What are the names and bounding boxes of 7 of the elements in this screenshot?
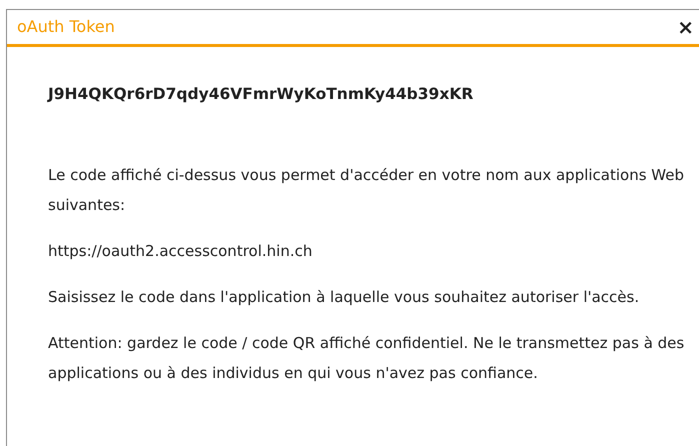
dialog-title: oAuth Token	[17, 16, 115, 38]
paragraph: Le code affiché ci-dessus vous permet d'accéder en votre nom aux applications Web suivantes:	[48, 165, 686, 216]
paragraph: Attention: gardez le code / code QR affiché confidentiel. Ne le transmettez pas à des applications ou à des individus en qui vous n'avez pas confiance.	[48, 333, 686, 384]
url-text: https://oauth2.accesscontrol.hin.ch	[48, 241, 314, 262]
token-code: J9H4QKQr6rD7qdy46VFmrWyKoTnmKy44b39xKR	[48, 84, 474, 105]
paragraph: Saisissez le code dans l'application à laquelle vous souhaitez autoriser l'accès.	[48, 287, 640, 308]
close-button[interactable]: ×	[677, 17, 694, 37]
